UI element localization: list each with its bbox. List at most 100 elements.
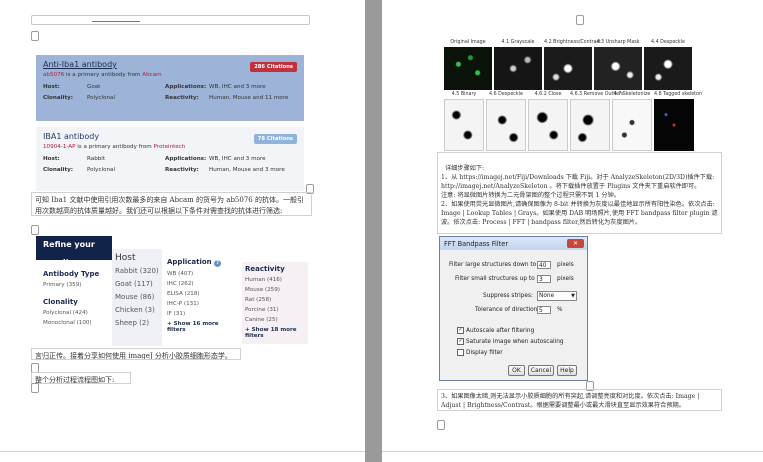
tolerance-label: Tolerance of direction: [475,307,540,313]
catalog-number: 10904-1-AP [43,144,76,150]
antibody-type-filter: Antibody Type Primary (359) Clonality Po… [43,270,111,330]
hyperlink-underline [92,21,140,22]
tolerance-input[interactable]: 5 [537,306,551,314]
grayscale-image [494,47,542,90]
citations-badge[interactable]: 78 Citations [253,134,297,144]
paragraph-intro-imagej[interactable]: 言归正传。接着分享如何使用 imageJ 分析小胶质细胞形态学。 [31,348,241,360]
refine-results-header: Refine your results [36,236,112,267]
despeckle-image [644,47,692,90]
paragraph-flowchart-intro[interactable]: 整个分析过程流程图如下: [31,372,131,384]
reactivity-option[interactable]: Canine (25) [245,317,305,323]
page-edge [382,437,763,452]
application-option[interactable]: IHC-P (131) [167,301,239,307]
reactivity-label: Reactivity: [165,95,199,101]
application-filter: Application ? WB (407) IHC (262) ELISA (… [164,258,239,337]
application-option[interactable]: WB (407) [167,271,239,277]
close-image [528,99,568,151]
clonality-label: Clonality: [43,95,74,101]
analysis-flowchart-figure: Original Image 4.1 Grayscale 4.2 Brightn… [442,40,703,152]
reactivity-option[interactable]: Mouse (259) [245,287,305,293]
host-option[interactable]: Chicken (3) [115,306,159,314]
host-heading: Host [115,253,136,263]
ok-button[interactable]: OK [508,365,525,376]
citations-badge[interactable]: 286 Citations [250,62,297,72]
step-label: 4.6.2 Close [534,92,562,97]
antibody-card-abcam[interactable]: Anti-Iba1 antibody ab5076 is a primary a… [36,55,304,121]
application-option[interactable]: IHC (262) [167,281,239,287]
fft-bandpass-filter-dialog: FFT Bandpass Filter ✕ Filter large struc… [439,236,588,381]
saturate-label: Saturate image when autoscaling [466,339,564,345]
clonality-heading: Clonality [43,298,78,306]
filter-small-input[interactable]: 3 [537,275,551,283]
filter-large-label: Filter large structures down to [449,262,537,268]
filter-large-input[interactable]: 40 [537,261,551,269]
checkbox-empty-icon[interactable] [457,349,464,356]
reactivity-filter: Reactivity Human (416) Mouse (259) Rat (… [242,262,308,344]
filter-option-monoclonal[interactable]: Monoclonal (100) [43,320,111,326]
step-label: 4.4 Despeckle [651,40,685,45]
help-button[interactable]: Help [557,365,577,376]
applications-label: Applications: [165,156,207,162]
cancel-button[interactable]: Cancel [528,365,554,376]
step-label: 4.2 Brightness/Contrast [544,40,601,45]
paragraph-marker [31,225,39,235]
paragraph-brightness-contrast[interactable]: 3、如果图像太暗,则无法显示小胶质细胞的所有突起,请调整亮度和对比度。依次点击:… [437,389,722,411]
reactivity-option[interactable]: Rat (258) [245,297,305,303]
display-filter-label: Display filter [466,350,503,356]
spec-row: Host: Goat Applications: WB, IHC and 3 mor… [43,84,297,90]
info-icon[interactable]: ? [214,260,222,267]
applications-value: WB, IHC and 3 more [209,156,266,162]
clonality-label: Clonality: [43,167,74,173]
suppress-stripes-select[interactable]: None ▼ [537,291,577,301]
pixels-unit: pixels [557,276,574,282]
step-label: 4.8 Tagged skeleton [654,92,703,97]
show-more-reactivity-link[interactable]: + Show 18 more filters [245,327,305,339]
reactivity-value: Human, Mouse and 3 more [209,167,285,173]
subtitle-text: is a primary antibody from [75,144,154,150]
vendor-name: Proteintech [153,144,186,150]
host-value: Rabbit [87,156,106,162]
reactivity-option[interactable]: Human (416) [245,277,305,283]
antibody-card-proteintech[interactable]: IBA1 antibody 10904-1-AP is a primary an… [36,127,304,191]
step-label: 4.7 Skeletonize [613,92,651,97]
remove-outliers-image [570,99,610,151]
checkbox-checked-icon[interactable]: ✓ [457,327,464,334]
unsharp-mask-image [594,47,642,90]
filter-option-polyclonal[interactable]: Polyclonal (424) [43,310,111,316]
paragraph-antibody-note[interactable]: 可知 Iba1 文献中使用引用次数最多的来自 Abcam 的货号为 ab5076… [31,192,312,216]
filter-panel: Refine your results Antibody Type Primar… [36,236,308,346]
page-gutter [365,0,382,462]
tagged-skeleton-image [654,99,694,151]
reactivity-option[interactable]: Porcine (31) [245,307,305,313]
host-option[interactable]: Goat (117) [115,280,159,288]
host-option[interactable]: Mouse (86) [115,293,159,301]
host-option[interactable]: Rabbit (320) [115,267,159,275]
chevron-down-icon: ▼ [571,293,575,299]
paragraph-detailed-steps[interactable]: 详细步骤如下: 1、从 https://imagej.net/Fiji/Down… [437,152,722,234]
show-more-applications-link[interactable]: + Show 16 more filters [167,321,239,333]
percent-unit: % [557,307,563,313]
application-option[interactable]: IF (31) [167,311,239,317]
clonality-value: Polyclonal [87,95,116,101]
top-text-box[interactable] [31,15,310,25]
antibody-subtitle: 10904-1-AP is a primary antibody from Pr… [43,144,297,150]
display-filter-checkbox-row[interactable]: Display filter [457,349,503,356]
dialog-titlebar[interactable]: FFT Bandpass Filter [440,237,587,250]
host-option[interactable]: Sheep (2) [115,319,159,327]
catalog-number: ab5076 [43,72,65,78]
filter-option-primary[interactable]: Primary (359) [43,282,111,288]
host-label: Host: [43,156,60,162]
page-edge [0,437,365,452]
application-option[interactable]: ELISA (218) [167,291,239,297]
fft-dialog-title: FFT Bandpass Filter [444,239,509,248]
spec-row: Clonality: Polyclonal Reactivity: Human, M… [43,95,297,101]
step-label: 4.6.3 Remove Outliers [570,92,624,97]
checkbox-checked-icon[interactable]: ✓ [457,338,464,345]
autoscale-checkbox-row[interactable]: ✓ Autoscale after filtering [457,327,534,334]
saturate-checkbox-row[interactable]: ✓ Saturate image when autoscaling [457,338,564,345]
application-heading-text: Application [167,258,212,266]
applications-value: WB, IHC and 3 more [209,84,266,90]
antibody-type-heading: Antibody Type [43,270,100,278]
step-label: Original Image [450,40,486,45]
close-icon[interactable]: ✕ [567,239,584,248]
